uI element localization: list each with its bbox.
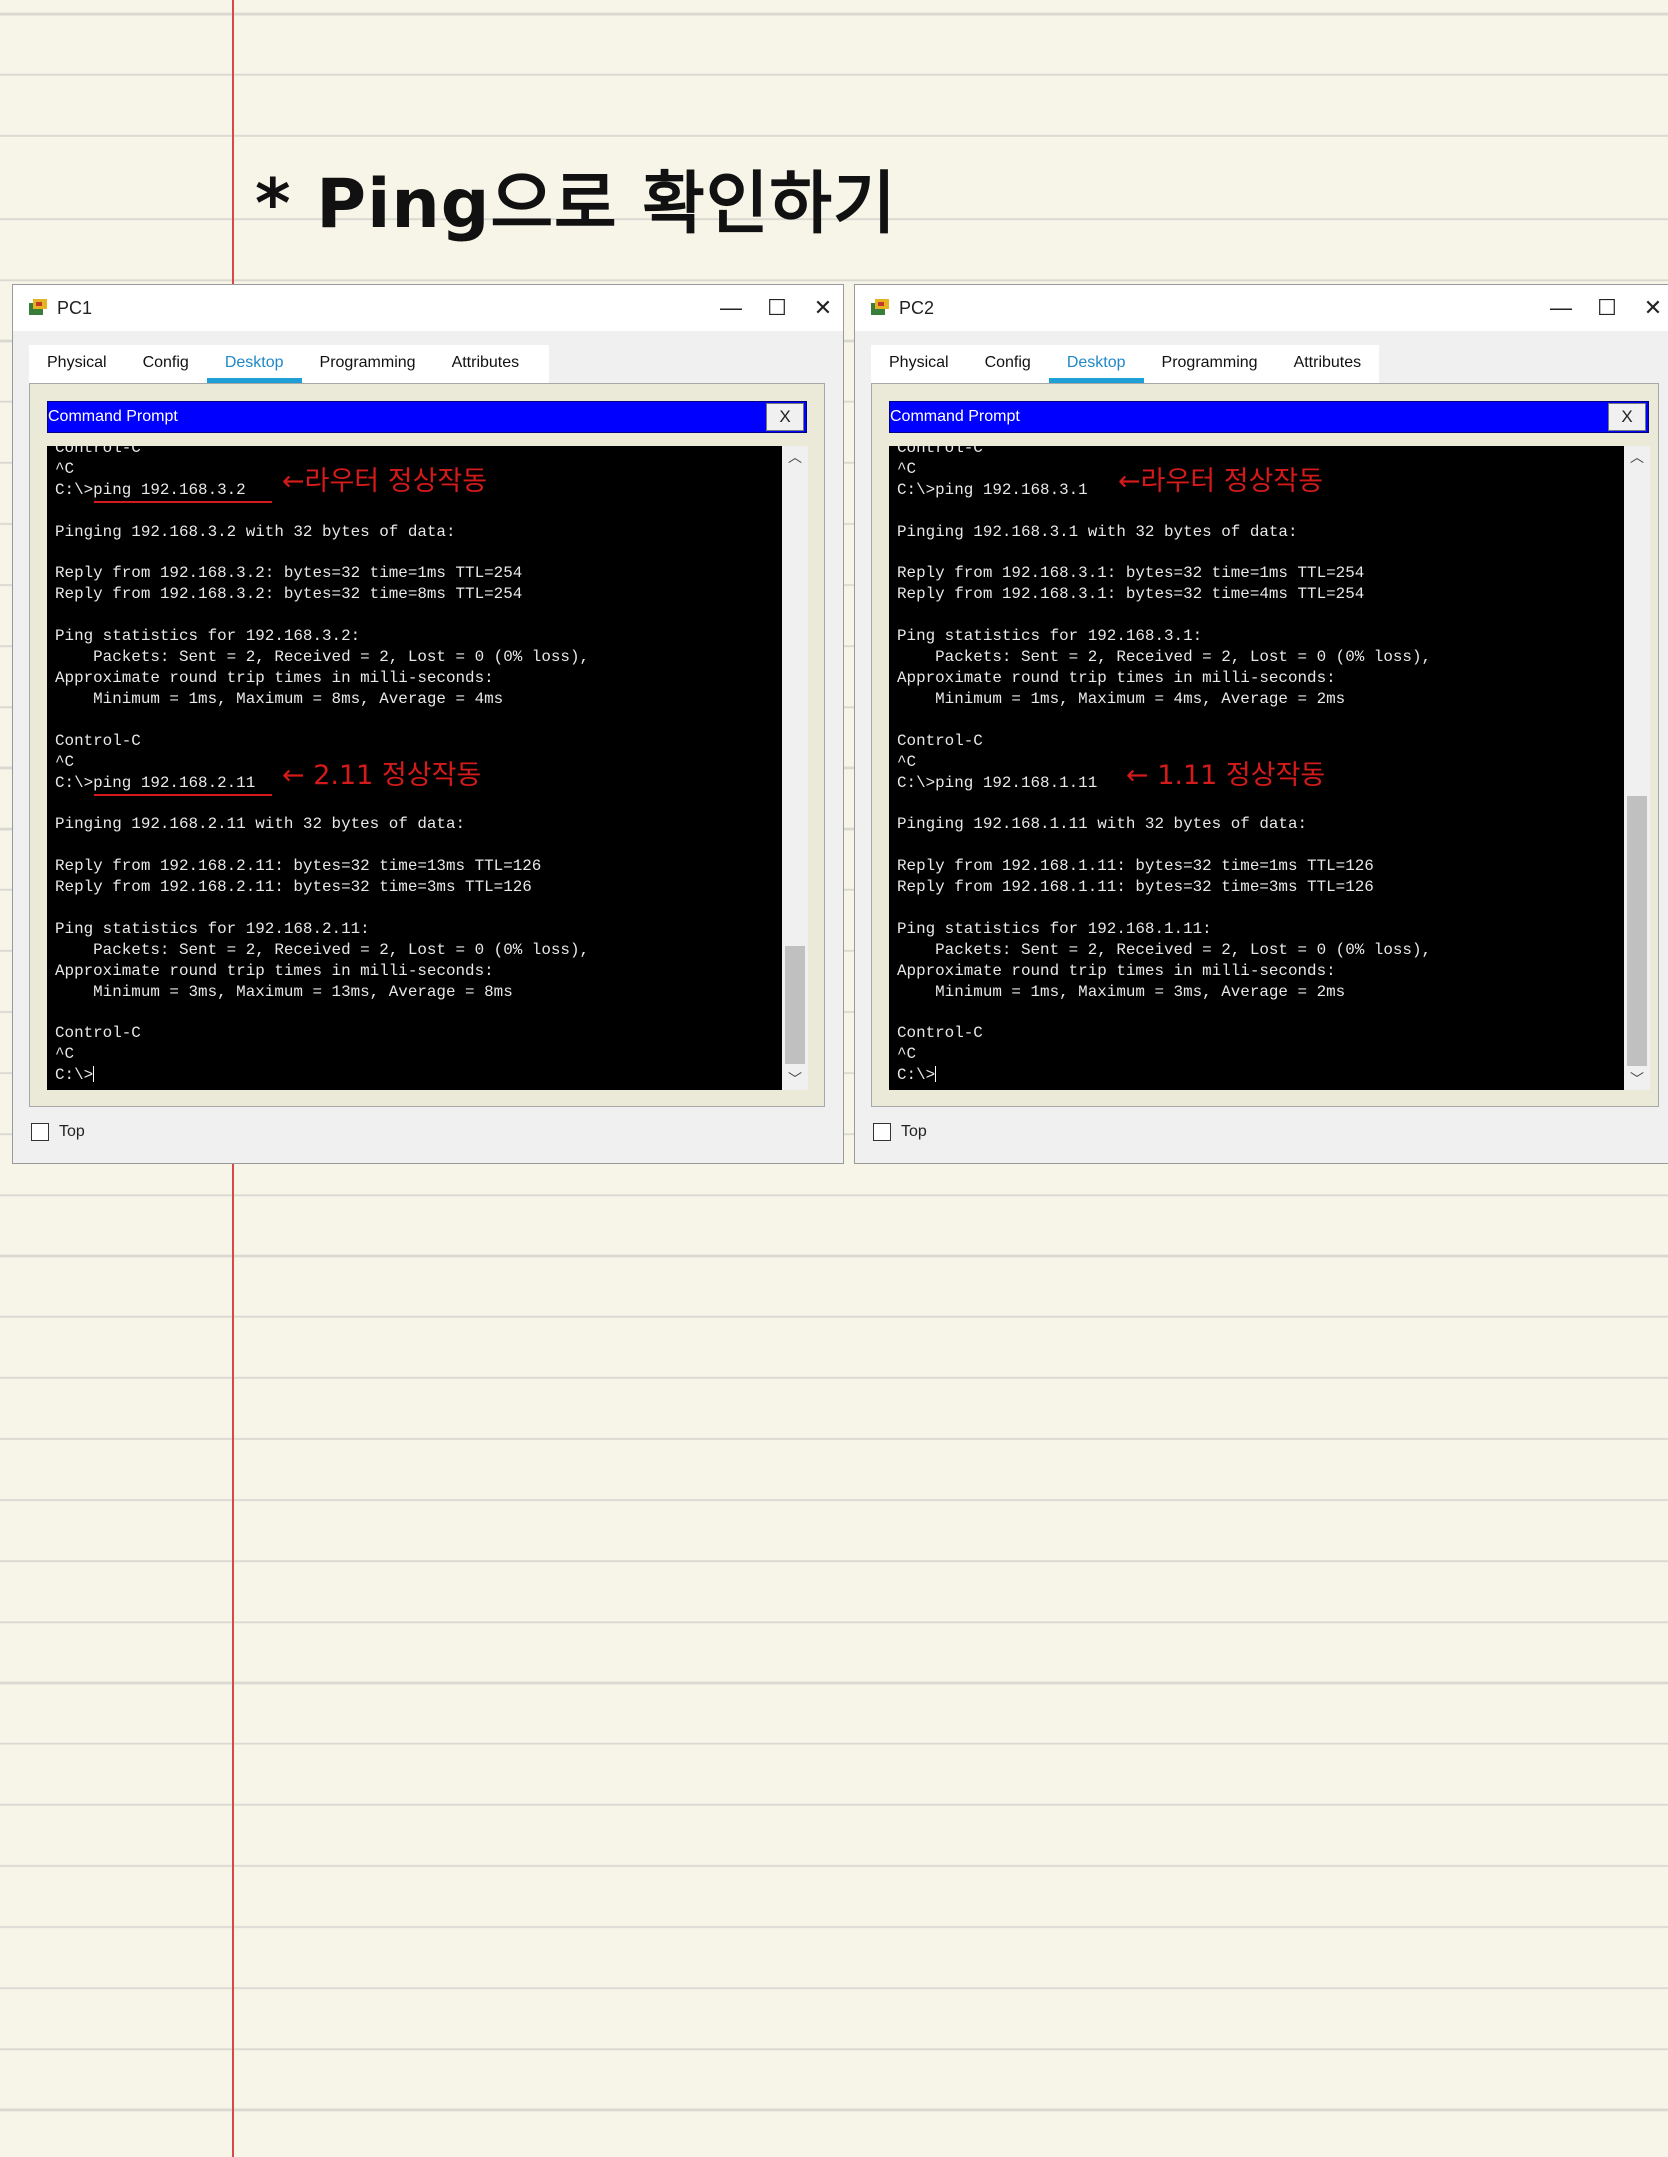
annotation-note: ← 1.11 정상작동 bbox=[1126, 760, 1326, 791]
close-icon[interactable]: ✕ bbox=[803, 291, 843, 325]
minimize-icon[interactable]: — bbox=[1541, 291, 1581, 325]
pc2-window: PC2 — ☐ ✕ Physical Config Desktop Progra… bbox=[854, 284, 1668, 1164]
pc1-command-prompt-title: Command Prompt bbox=[48, 408, 178, 425]
maximize-icon[interactable]: ☐ bbox=[757, 291, 797, 325]
packet-tracer-app-icon bbox=[29, 299, 47, 315]
tab-desktop[interactable]: Desktop bbox=[1048, 345, 1144, 383]
checkbox-icon[interactable] bbox=[31, 1123, 49, 1141]
tab-config[interactable]: Config bbox=[967, 345, 1049, 383]
pc2-command-prompt-title: Command Prompt bbox=[890, 408, 1020, 425]
packet-tracer-app-icon bbox=[871, 299, 889, 315]
pc1-command-prompt-close-button[interactable]: X bbox=[766, 403, 804, 431]
tab-attributes[interactable]: Attributes bbox=[434, 345, 538, 383]
pc1-terminal-scrollbar[interactable]: ︿ ﹀ bbox=[782, 446, 808, 1090]
tab-programming[interactable]: Programming bbox=[1144, 345, 1276, 383]
annotation-note: ←라우터 정상작동 bbox=[282, 466, 488, 497]
annotation-underline bbox=[94, 501, 272, 503]
text-cursor bbox=[93, 1066, 95, 1083]
annotation-note: ←라우터 정상작동 bbox=[1118, 466, 1324, 497]
pc2-titlebar[interactable]: PC2 — ☐ ✕ bbox=[855, 285, 1668, 331]
pc2-command-prompt-close-button[interactable]: X bbox=[1608, 403, 1646, 431]
scroll-down-icon[interactable]: ﹀ bbox=[782, 1068, 808, 1090]
pc1-command-prompt-bar: Command Prompt X bbox=[47, 401, 807, 433]
tab-desktop[interactable]: Desktop bbox=[206, 345, 302, 383]
maximize-icon[interactable]: ☐ bbox=[1587, 291, 1627, 325]
pc2-command-prompt-bar: Command Prompt X bbox=[889, 401, 1649, 433]
tab-physical[interactable]: Physical bbox=[871, 345, 967, 383]
annotation-note: ← 2.11 정상작동 bbox=[282, 760, 482, 791]
pc1-titlebar[interactable]: PC1 — ☐ ✕ bbox=[13, 285, 843, 331]
minimize-icon[interactable]: — bbox=[711, 291, 751, 325]
scroll-thumb[interactable] bbox=[1627, 796, 1647, 1066]
pc2-window-title: PC2 bbox=[899, 298, 935, 318]
pc1-window: PC1 — ☐ ✕ Physical Config Desktop Progra… bbox=[12, 284, 844, 1164]
pc2-top-checkbox[interactable]: Top bbox=[873, 1123, 927, 1141]
tab-attributes[interactable]: Attributes bbox=[1276, 345, 1380, 383]
pc2-terminal-scrollbar[interactable]: ︿ ﹀ bbox=[1624, 446, 1650, 1090]
text-cursor bbox=[935, 1066, 937, 1083]
scroll-down-icon[interactable]: ﹀ bbox=[1624, 1068, 1650, 1090]
pc1-top-checkbox[interactable]: Top bbox=[31, 1123, 85, 1141]
scroll-up-icon[interactable]: ︿ bbox=[1624, 446, 1650, 468]
tab-physical[interactable]: Physical bbox=[29, 345, 125, 383]
checkbox-icon[interactable] bbox=[873, 1123, 891, 1141]
pc2-tab-bar: Physical Config Desktop Programming Attr… bbox=[871, 345, 1379, 383]
tab-config[interactable]: Config bbox=[125, 345, 207, 383]
close-icon[interactable]: ✕ bbox=[1633, 291, 1668, 325]
page-title: * Ping으로 확인하기 bbox=[255, 165, 897, 244]
scroll-up-icon[interactable]: ︿ bbox=[782, 446, 808, 468]
pc1-window-title: PC1 bbox=[57, 298, 93, 318]
top-label: Top bbox=[59, 1123, 85, 1140]
annotation-underline bbox=[94, 794, 272, 796]
tab-programming[interactable]: Programming bbox=[302, 345, 434, 383]
scroll-thumb[interactable] bbox=[785, 946, 805, 1064]
top-label: Top bbox=[901, 1123, 927, 1140]
pc1-tab-bar: Physical Config Desktop Programming Attr… bbox=[29, 345, 549, 383]
